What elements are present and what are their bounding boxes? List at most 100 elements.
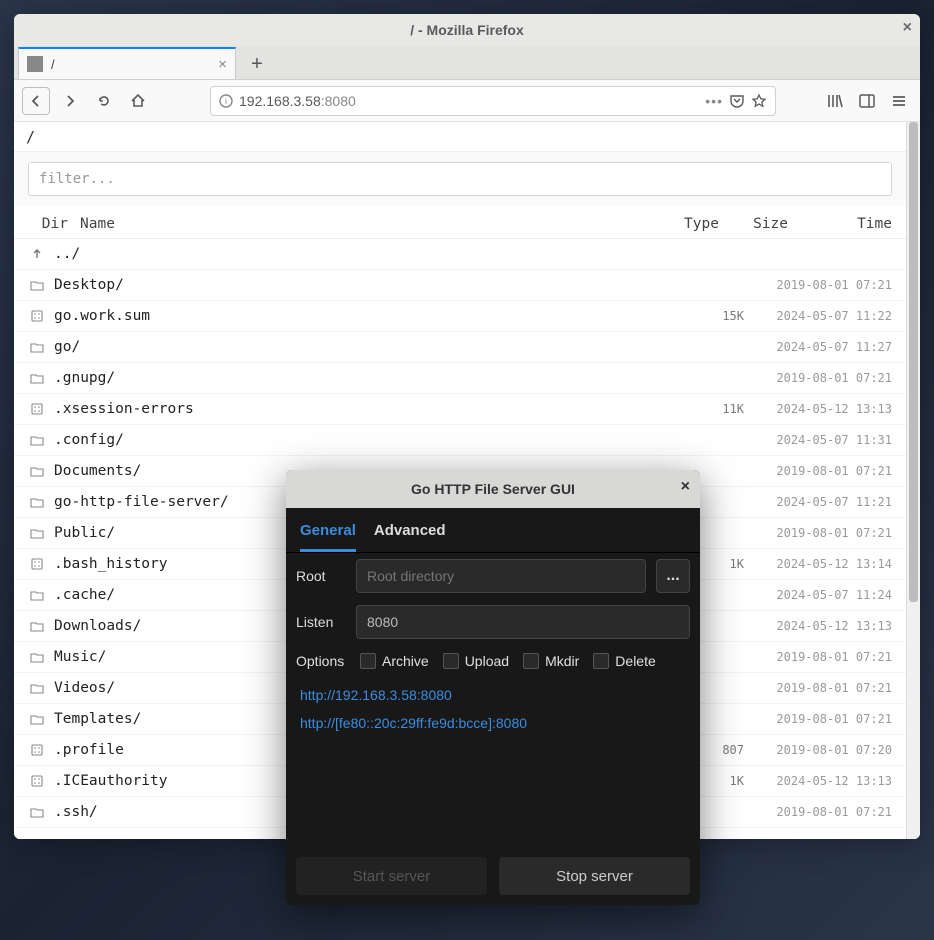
folder-icon xyxy=(28,712,46,726)
folder-icon xyxy=(28,495,46,509)
window-title: / - Mozilla Firefox xyxy=(410,22,524,38)
stop-server-button[interactable]: Stop server xyxy=(499,857,690,895)
file-name: go/ xyxy=(46,339,696,355)
file-size: 807 xyxy=(696,743,744,757)
file-time: 2019-08-01 07:21 xyxy=(744,650,892,664)
tab-bar: / × + xyxy=(14,46,920,80)
folder-icon xyxy=(28,805,46,819)
upload-label: Upload xyxy=(465,653,509,669)
reload-icon xyxy=(96,93,112,109)
dialog-titlebar: Go HTTP File Server GUI × xyxy=(286,470,700,508)
file-time: 2019-08-01 07:21 xyxy=(744,712,892,726)
file-name: .config/ xyxy=(46,432,696,448)
file-row[interactable]: ../ xyxy=(14,239,906,270)
archive-checkbox[interactable] xyxy=(360,653,376,669)
file-row[interactable]: .config/2024-05-07 11:31 xyxy=(14,425,906,456)
forward-button[interactable] xyxy=(56,87,84,115)
tab-general[interactable]: General xyxy=(300,518,356,552)
file-icon xyxy=(28,557,46,571)
folder-icon xyxy=(28,588,46,602)
filter-input[interactable] xyxy=(28,162,892,196)
folder-icon xyxy=(28,340,46,354)
library-button[interactable] xyxy=(822,88,848,114)
file-server-dialog: Go HTTP File Server GUI × General Advanc… xyxy=(286,470,700,905)
mkdir-checkbox[interactable] xyxy=(523,653,539,669)
tab-close-icon[interactable]: × xyxy=(218,56,227,73)
home-icon xyxy=(130,93,146,109)
file-size: 1K xyxy=(696,557,744,571)
file-time: 2019-08-01 07:21 xyxy=(744,371,892,385)
root-input[interactable] xyxy=(356,559,646,593)
file-time: 2024-05-12 13:14 xyxy=(744,557,892,571)
file-name: Desktop/ xyxy=(46,277,696,293)
close-icon[interactable]: × xyxy=(903,19,912,37)
folder-icon xyxy=(28,619,46,633)
file-icon xyxy=(28,309,46,323)
vertical-scrollbar[interactable] xyxy=(906,122,920,839)
scrollbar-thumb[interactable] xyxy=(909,122,918,602)
upload-checkbox[interactable] xyxy=(443,653,459,669)
file-row[interactable]: go/2024-05-07 11:27 xyxy=(14,332,906,363)
delete-checkbox[interactable] xyxy=(593,653,609,669)
file-icon xyxy=(28,743,46,757)
server-link-ipv4[interactable]: http://192.168.3.58:8080 xyxy=(286,681,700,709)
list-header: Dir Name Type Size Time xyxy=(14,206,906,239)
page-actions-icon[interactable]: ••• xyxy=(705,93,723,109)
file-row[interactable]: go.work.sum15K2024-05-07 11:22 xyxy=(14,301,906,332)
new-tab-button[interactable]: + xyxy=(242,49,272,79)
col-name[interactable]: Name xyxy=(68,216,684,232)
col-dir[interactable]: Dir xyxy=(28,216,68,232)
arrow-right-icon xyxy=(62,93,78,109)
folder-icon xyxy=(28,464,46,478)
up-icon xyxy=(28,247,46,261)
url-text: 192.168.3.58:8080 xyxy=(239,93,699,109)
file-time: 2024-05-07 11:24 xyxy=(744,588,892,602)
folder-icon xyxy=(28,681,46,695)
file-time: 2024-05-12 13:13 xyxy=(744,774,892,788)
listen-label: Listen xyxy=(296,614,346,630)
file-row[interactable]: .gnupg/2019-08-01 07:21 xyxy=(14,363,906,394)
file-size: 1K xyxy=(696,774,744,788)
file-time: 2019-08-01 07:21 xyxy=(744,278,892,292)
listen-input[interactable] xyxy=(356,605,690,639)
col-size[interactable]: Size xyxy=(736,216,788,232)
delete-label: Delete xyxy=(615,653,655,669)
file-time: 2019-08-01 07:21 xyxy=(744,464,892,478)
info-icon: i xyxy=(219,94,233,108)
breadcrumb[interactable]: / xyxy=(14,122,906,152)
file-time: 2024-05-07 11:22 xyxy=(744,309,892,323)
url-bar[interactable]: i 192.168.3.58:8080 ••• xyxy=(210,86,776,116)
file-time: 2019-08-01 07:21 xyxy=(744,526,892,540)
reload-button[interactable] xyxy=(90,87,118,115)
col-time[interactable]: Time xyxy=(788,216,892,232)
file-time: 2024-05-07 11:27 xyxy=(744,340,892,354)
sidebar-button[interactable] xyxy=(854,88,880,114)
browse-button[interactable]: ... xyxy=(656,559,690,593)
options-label: Options xyxy=(296,653,346,669)
menu-button[interactable] xyxy=(886,88,912,114)
dialog-close-icon[interactable]: × xyxy=(681,478,690,496)
file-name: ../ xyxy=(46,246,696,262)
file-name: go.work.sum xyxy=(46,308,696,324)
tab-advanced[interactable]: Advanced xyxy=(374,518,446,552)
favicon-icon xyxy=(27,56,43,72)
archive-label: Archive xyxy=(382,653,429,669)
col-type[interactable]: Type xyxy=(684,216,736,232)
file-row[interactable]: Desktop/2019-08-01 07:21 xyxy=(14,270,906,301)
browser-tab[interactable]: / × xyxy=(18,47,236,79)
pocket-icon[interactable] xyxy=(729,93,745,109)
folder-icon xyxy=(28,371,46,385)
server-link-ipv6[interactable]: http://[fe80::20c:29ff:fe9d:bcce]:8080 xyxy=(286,709,700,737)
folder-icon xyxy=(28,526,46,540)
arrow-left-icon xyxy=(28,93,44,109)
back-button[interactable] xyxy=(22,87,50,115)
file-time: 2019-08-01 07:21 xyxy=(744,681,892,695)
home-button[interactable] xyxy=(124,87,152,115)
file-row[interactable]: .xsession-errors11K2024-05-12 13:13 xyxy=(14,394,906,425)
start-server-button: Start server xyxy=(296,857,487,895)
root-label: Root xyxy=(296,568,346,584)
file-name: .gnupg/ xyxy=(46,370,696,386)
file-time: 2024-05-12 13:13 xyxy=(744,402,892,416)
star-icon[interactable] xyxy=(751,93,767,109)
file-icon xyxy=(28,774,46,788)
